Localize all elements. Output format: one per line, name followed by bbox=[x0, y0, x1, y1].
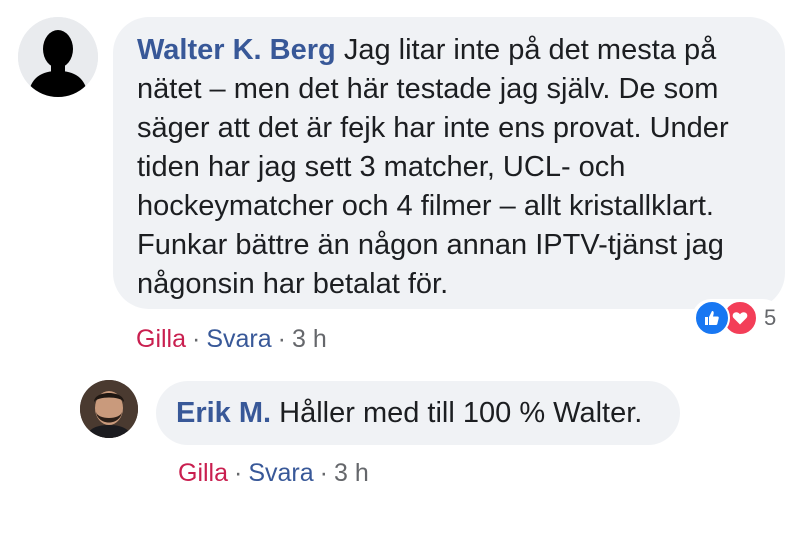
reaction-summary[interactable]: 5 bbox=[692, 299, 783, 337]
like-icon bbox=[694, 300, 730, 336]
separator-dot: · bbox=[277, 325, 286, 353]
comment-text-line-2: nätet – men det här testade jag själv. D… bbox=[137, 73, 719, 105]
separator-dot: · bbox=[234, 459, 243, 487]
avatar-default[interactable] bbox=[18, 17, 98, 97]
person-photo-icon bbox=[80, 380, 138, 438]
comment-bubble: Walter K. Berg Jag litar inte på det mes… bbox=[113, 17, 785, 309]
reply-actions: Gilla · Svara · 3 h bbox=[178, 459, 369, 488]
comment-text-line-5: hockeymatcher och 4 filmer – allt krista… bbox=[137, 190, 714, 222]
reply-author[interactable]: Erik M. bbox=[176, 397, 271, 429]
reply-timestamp[interactable]: 3 h bbox=[334, 459, 369, 488]
like-button[interactable]: Gilla bbox=[178, 459, 228, 488]
separator-dot: · bbox=[192, 325, 201, 353]
comment-text-line-7: någonsin har betalat för. bbox=[137, 268, 449, 300]
avatar-reply-author[interactable] bbox=[80, 380, 138, 438]
reply-button[interactable]: Svara bbox=[248, 459, 313, 488]
person-silhouette-icon bbox=[18, 17, 98, 97]
comment-timestamp[interactable]: 3 h bbox=[292, 325, 327, 354]
comment-text-line-3: säger att det är fejk har inte ens prova… bbox=[137, 112, 729, 144]
like-button[interactable]: Gilla bbox=[136, 325, 186, 354]
reply-text: Håller med till 100 % Walter. bbox=[279, 397, 643, 429]
reply-button[interactable]: Svara bbox=[206, 325, 271, 354]
comment-actions: Gilla · Svara · 3 h bbox=[136, 325, 327, 354]
comment-text-line-6: Funkar bättre än någon annan IPTV-tjänst… bbox=[137, 229, 724, 261]
comment-author[interactable]: Walter K. Berg bbox=[137, 34, 336, 66]
separator-dot: · bbox=[319, 459, 328, 487]
comment-thread: Walter K. Berg Jag litar inte på det mes… bbox=[0, 0, 800, 533]
reply-bubble: Erik M. Håller med till 100 % Walter. bbox=[156, 381, 680, 445]
comment-text-line-1: Jag litar inte på det mesta på bbox=[343, 34, 717, 66]
comment-text-line-4: tiden har jag sett 3 matcher, UCL- och bbox=[137, 151, 626, 183]
reaction-count: 5 bbox=[764, 305, 777, 330]
